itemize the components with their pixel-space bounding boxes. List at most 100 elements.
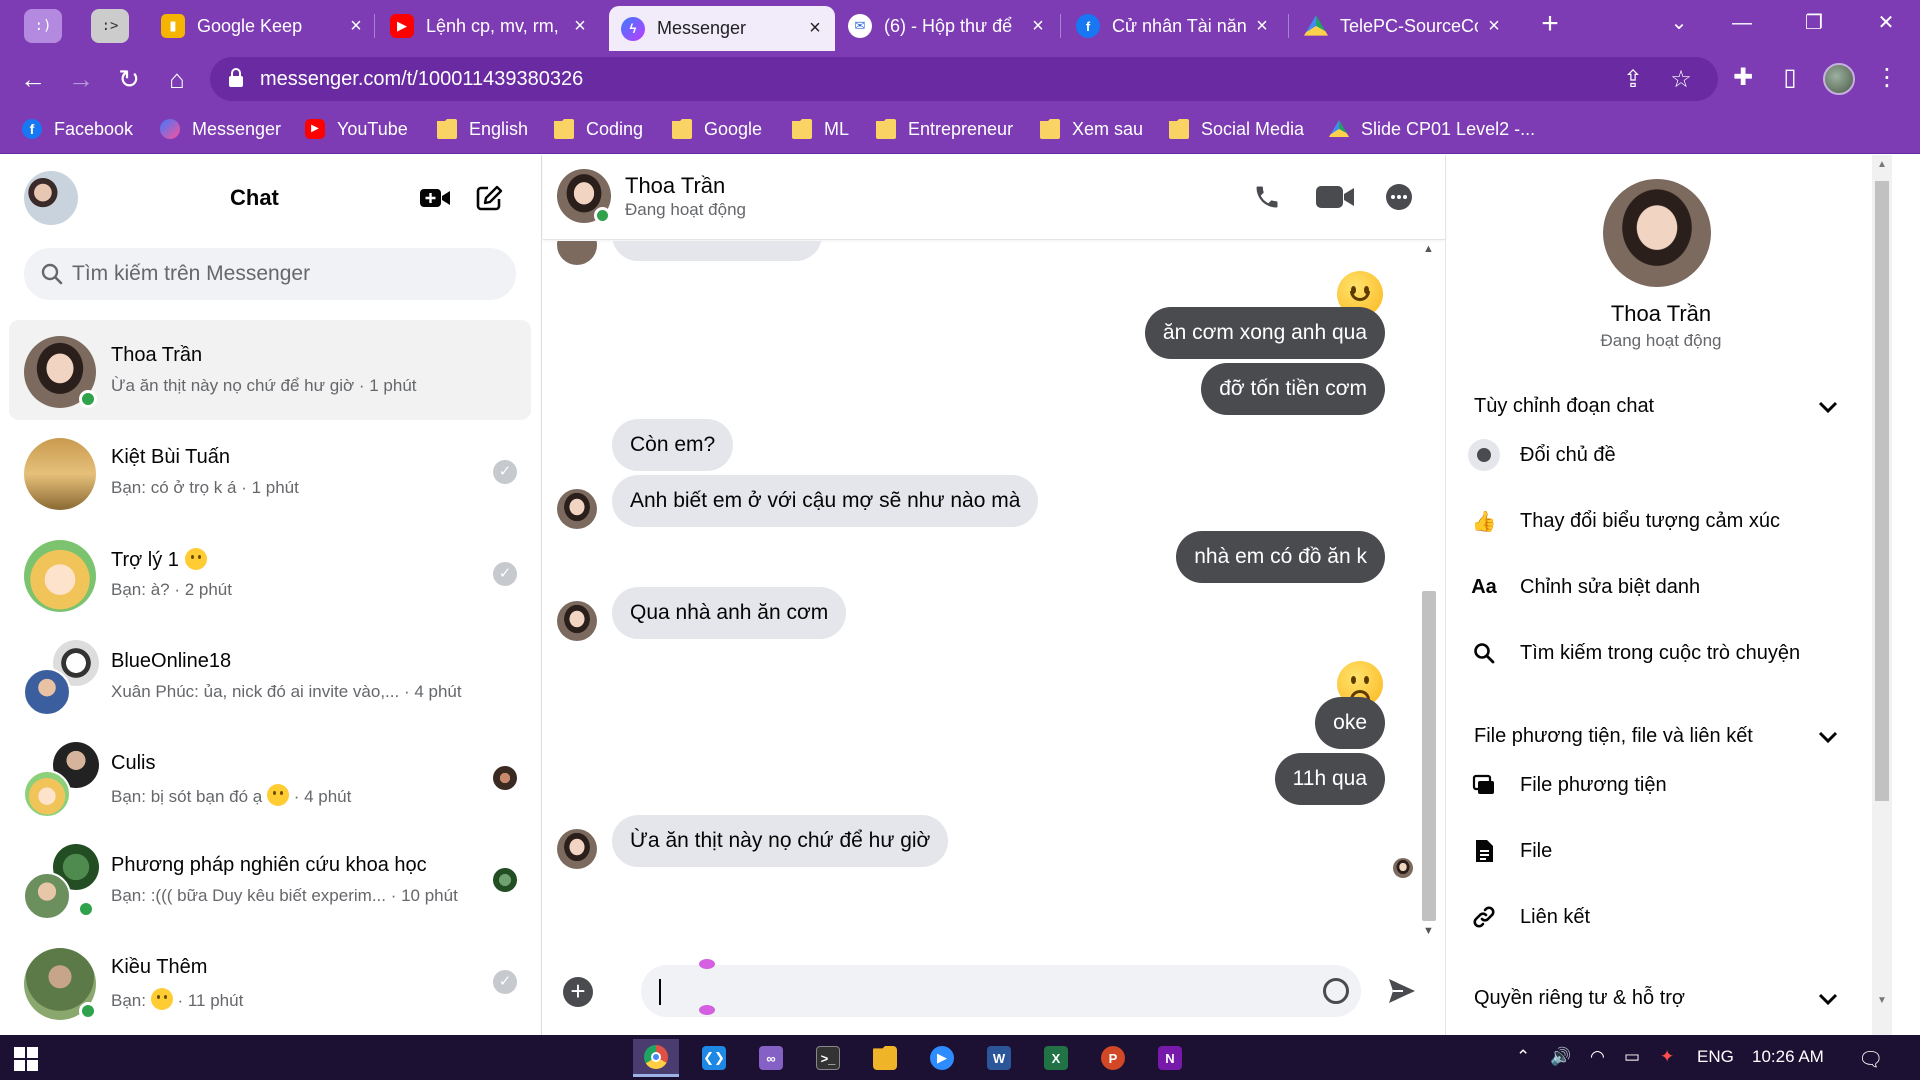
taskbar-word[interactable]: W [976,1039,1022,1077]
option-links[interactable]: Liên kết [1468,895,1590,939]
option-change-emoji[interactable]: 👍 Thay đổi biểu tượng cảm xúc [1468,499,1780,543]
reload-button[interactable]: ↻ [112,62,146,96]
tab-youtube[interactable]: ▶ Lệnh cp, mv, rm, × [390,8,590,44]
extensions-icon[interactable]: ✚ [1727,62,1759,94]
bookmark-folder-english[interactable]: English [437,116,528,142]
restore-button[interactable]: ❐ [1790,6,1838,40]
add-attachment-button[interactable]: + [563,977,593,1007]
audio-call-button[interactable] [1249,179,1285,215]
share-icon[interactable]: ⇪ [1620,67,1646,93]
section-privacy-support[interactable]: Quyền riêng tư & hỗ trợ [1474,987,1685,1010]
side-panel-icon[interactable]: ▯ [1774,62,1806,94]
scrollbar-thumb[interactable] [1875,181,1889,801]
taskbar-file-explorer[interactable] [862,1039,908,1077]
profile-avatar[interactable] [1823,63,1855,95]
app-tray-icon[interactable]: ✦ [1660,1047,1674,1067]
bookmark-folder-google[interactable]: Google [672,116,762,142]
tab-mail[interactable]: ✉ (6) - Hộp thư để × [848,8,1048,44]
section-media-files-links[interactable]: File phương tiện, file và liên kết [1474,725,1753,748]
tab-google-keep[interactable]: ▮ Google Keep × [161,8,366,44]
new-room-button[interactable] [418,181,452,215]
bookmark-slide[interactable]: Slide CP01 Level2 -... [1329,116,1535,142]
back-button[interactable]: ← [16,62,50,96]
forward-button[interactable]: → [64,62,98,96]
message-scrollbar[interactable]: ▲ ▼ [1418,241,1440,943]
minimize-button[interactable]: — [1718,6,1766,40]
message-bubble[interactable]: Qua nhà anh ăn cơm [612,587,847,639]
taskbar-onenote[interactable]: N [1147,1039,1193,1077]
emoji-picker-icon[interactable] [1323,978,1349,1004]
new-tab-button[interactable]: + [1535,9,1565,41]
chevron-down-icon[interactable] [1814,723,1842,751]
close-icon[interactable]: × [1484,15,1504,38]
battery-icon[interactable]: ▭ [1624,1047,1640,1067]
scroll-down-arrow-icon[interactable]: ▼ [1877,995,1887,1006]
windows-start-icon[interactable] [14,1047,38,1071]
taskbar-terminal[interactable]: >_ [805,1039,851,1077]
close-icon[interactable]: × [570,15,590,38]
conversation-item[interactable]: Trợ lý 1 Bạn: à? · 2 phút ✓ [9,524,531,624]
taskbar-excel[interactable]: X [1033,1039,1079,1077]
option-media[interactable]: File phương tiện [1468,763,1667,807]
chevron-down-icon[interactable] [1814,393,1842,421]
chat-contact-name[interactable]: Thoa Trần [625,173,725,199]
bookmark-star-icon[interactable]: ☆ [1668,67,1694,93]
taskbar-chrome[interactable] [633,1039,679,1077]
message-bubble[interactable]: oke [1315,697,1385,749]
pinned-tab[interactable]: :> [91,9,129,43]
message-input[interactable] [641,965,1361,1017]
option-change-theme[interactable]: Đổi chủ đề [1468,433,1616,477]
bookmark-folder-ml[interactable]: ML [792,116,849,142]
bookmark-messenger[interactable]: Messenger [160,116,281,142]
tray-chevron-up-icon[interactable]: ⌃ [1516,1047,1530,1067]
conversation-info-button[interactable] [1381,179,1417,215]
close-icon[interactable]: × [346,15,366,38]
conversation-item[interactable]: Kiều Thêm Bạn: · 11 phút ✓ [9,932,531,1032]
option-search-conversation[interactable]: Tìm kiếm trong cuộc trò chuyện [1468,631,1800,675]
option-edit-nicknames[interactable]: Aa Chỉnh sửa biệt danh [1468,565,1700,609]
bookmark-folder-social-media[interactable]: Social Media [1169,116,1304,142]
taskbar-zoom[interactable]: ▶ [919,1039,965,1077]
option-files[interactable]: File [1468,829,1552,873]
contact-avatar-large[interactable] [1603,179,1711,287]
send-button[interactable] [1386,975,1420,1009]
scroll-down-arrow-icon[interactable]: ▼ [1423,925,1434,937]
message-bubble[interactable]: 11h qua [1274,753,1385,805]
bookmark-youtube[interactable]: ▶ YouTube [305,116,408,142]
close-icon[interactable]: × [805,17,825,40]
message-bubble[interactable]: Anh biết em ở với cậu mợ sẽ như nào mà [612,475,1039,527]
bookmark-folder-entrepreneur[interactable]: Entrepreneur [876,116,1013,142]
message-bubble[interactable]: nhà em có đồ ăn k [1176,531,1385,583]
chevron-down-icon[interactable] [1814,985,1842,1013]
scroll-up-arrow-icon[interactable]: ▲ [1877,159,1887,170]
close-window-button[interactable]: ✕ [1862,6,1910,40]
message-bubble[interactable]: đỡ tốn tiền cơm [1201,363,1385,415]
pinned-tab[interactable]: :) [24,9,62,43]
taskbar-powerpoint[interactable]: P [1090,1039,1136,1077]
notification-icon[interactable]: 🗨 [1858,1047,1883,1072]
message-bubble[interactable]: Còn em? [612,419,734,471]
scrollbar-thumb[interactable] [1422,591,1436,921]
new-message-button[interactable] [472,181,506,215]
conversation-item[interactable]: Kiệt Bùi Tuấn Bạn: có ở trọ k á · 1 phút… [9,422,531,522]
close-icon[interactable]: × [1028,15,1048,38]
video-call-button[interactable] [1313,179,1357,215]
bookmark-facebook[interactable]: f Facebook [22,116,133,142]
scroll-up-arrow-icon[interactable]: ▲ [1423,243,1434,255]
menu-kebab-icon[interactable]: ⋮ [1871,62,1903,94]
taskbar-visual-studio[interactable]: ∞ [748,1039,794,1077]
conversation-item[interactable]: Thoa Trần Ừa ăn thịt này nọ chứ để hư gi… [9,320,531,420]
bookmark-folder-xem-sau[interactable]: Xem sau [1040,116,1143,142]
tab-facebook[interactable]: f Cử nhân Tài năng × [1076,8,1272,44]
message-bubble[interactable]: Ừa ăn thịt này nọ chứ để hư giờ [612,815,949,867]
bookmark-folder-coding[interactable]: Coding [554,116,643,142]
clock[interactable]: 10:26 AM [1752,1047,1824,1067]
home-button[interactable]: ⌂ [160,62,194,96]
taskbar-vscode[interactable]: ❮❯ [691,1039,737,1077]
search-input[interactable]: Tìm kiếm trên Messenger [24,248,516,300]
conversation-item[interactable]: Culis Bạn: bị sót bạn đó ạ · 4 phút [9,728,531,828]
close-icon[interactable]: × [1252,15,1272,38]
page-scrollbar[interactable]: ▲ ▼ [1872,155,1892,1035]
conversation-item[interactable]: Phương pháp nghiên cứu khoa học Bạn: :((… [9,830,531,930]
address-bar[interactable]: messenger.com/t/100011439380326 ⇪ ☆ [210,57,1718,101]
